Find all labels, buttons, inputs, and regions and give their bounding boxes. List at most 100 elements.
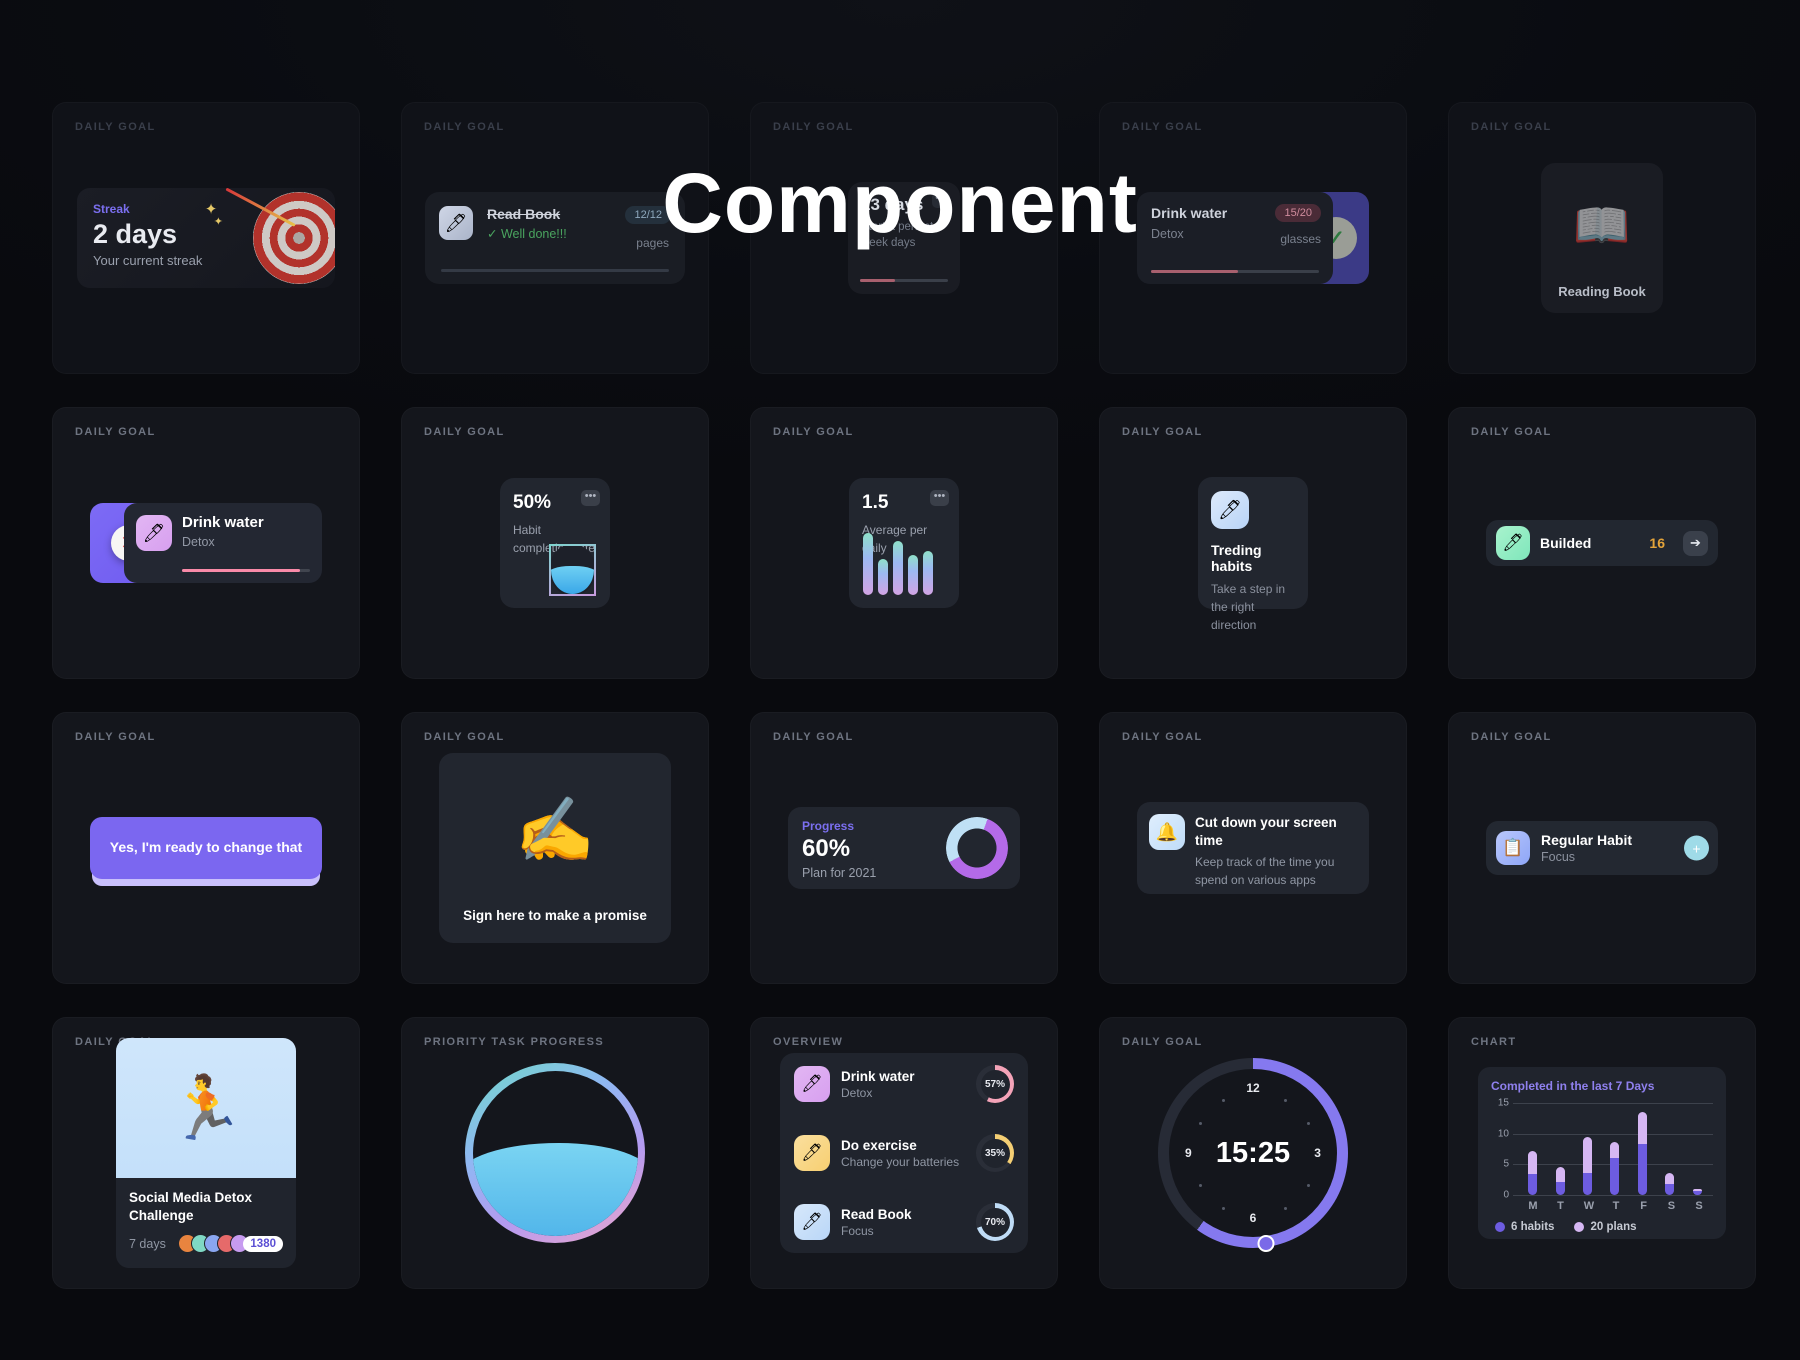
weekly-chart-widget[interactable]: Completed in the last 7 Days 15 10 5 0 M T W T… <box>1478 1067 1726 1239</box>
challenge-count: 1380 <box>243 1235 283 1252</box>
trending-habits-widget[interactable]: 🖊 Treding habits Take a step in the righ… <box>1198 477 1308 632</box>
chart-bar-plans <box>1528 1151 1538 1174</box>
list-item[interactable]: 🖊 Drink water Detox 57% <box>794 1065 1014 1103</box>
card-screen-time[interactable]: DAILY GOAL 🔔 Cut down your screen time K… <box>1099 712 1407 984</box>
card-challenge[interactable]: DAILY GOAL 🏃 Social Media Detox Challeng… <box>52 1017 360 1289</box>
list-item-sub: Focus <box>841 1223 874 1238</box>
card-overview[interactable]: OVERVIEW 🖊 Drink water Detox 57% 🖊 Do exercis… <box>750 1017 1058 1289</box>
plant-icon: 🖊 <box>794 1135 830 1171</box>
chart-bar-habits <box>1692 1191 1702 1195</box>
sign-promise-widget[interactable]: ✍️ Sign here to make a promise <box>439 753 671 943</box>
builded-widget[interactable]: 🖊 Builded 16 ➔ <box>1486 520 1718 566</box>
mini-bar-chart <box>863 533 933 595</box>
chart-x-tick: T <box>1557 1200 1564 1212</box>
regular-habit-title: Regular Habit <box>1541 832 1633 848</box>
card-progress[interactable]: DAILY GOAL Progress 60% Plan for 2021 <box>750 712 1058 984</box>
pencil-cup-icon: 🖊 <box>1211 491 1249 529</box>
list-item[interactable]: 🖊 Do exercise Change your batteries 35% <box>794 1134 1014 1172</box>
component-grid: DAILY GOAL Streak 2 days Your current st… <box>52 102 1756 1289</box>
drink-water-subtitle: Detox <box>182 535 215 549</box>
progress-ring: 57% <box>976 1065 1014 1103</box>
chart-x-tick: S <box>1667 1200 1676 1212</box>
pencil-cup-icon: 🖊 <box>1496 526 1530 560</box>
card-builded[interactable]: DAILY GOAL 🖊 Builded 16 ➔ <box>1448 407 1756 679</box>
clock-timer[interactable]: 15:25 12 3 6 9 <box>1158 1058 1348 1252</box>
drink-water-progress <box>182 568 310 572</box>
water-fill-icon <box>465 1063 645 1243</box>
challenge-title: Social Media Detox Challenge <box>129 1190 253 1224</box>
average-daily-widget[interactable]: 1.5 Average per daily ••• <box>849 478 959 608</box>
arrow-right-icon[interactable]: ➔ <box>1683 530 1708 556</box>
challenge-widget[interactable]: 🏃 Social Media Detox Challenge 7 days 13… <box>116 1038 296 1268</box>
sign-promise-caption: Sign here to make a promise <box>463 908 647 923</box>
drink-water-dismiss-widget[interactable]: ✕ 🖊 Drink water Detox <box>90 503 322 583</box>
chart-bars <box>1519 1103 1711 1195</box>
progress-ring: 35% <box>976 1134 1014 1172</box>
progress-widget[interactable]: Progress 60% Plan for 2021 <box>788 807 1020 889</box>
pencil-cup-icon: 🖊 <box>794 1066 830 1102</box>
days-progress <box>860 279 948 282</box>
chart-bar <box>1637 1111 1647 1195</box>
chart-plot: 15 10 5 0 <box>1498 1098 1713 1201</box>
screen-time-title: Cut down your screen time <box>1195 815 1337 849</box>
chart-bar-habits <box>1528 1173 1538 1195</box>
donut-chart-icon <box>946 817 1008 879</box>
list-item-text: Drink water Detox <box>841 1069 965 1100</box>
chart-gridline <box>1513 1195 1713 1196</box>
clock-tick <box>1306 1184 1310 1187</box>
chart-x-tick: S <box>1695 1200 1703 1212</box>
chart-bar-plans <box>1583 1137 1593 1173</box>
trending-title: Treding habits <box>1211 542 1262 574</box>
mini-bar <box>923 551 933 595</box>
card-habit-rate[interactable]: DAILY GOAL 50% Habit completion rate ••• <box>401 407 709 679</box>
ready-to-change-button[interactable]: Yes, I'm ready to change that <box>90 817 322 879</box>
card-cta[interactable]: DAILY GOAL Yes, I'm ready to change that <box>52 712 360 984</box>
clock-tick <box>1306 1122 1310 1125</box>
list-item[interactable]: 🖊 Read Book Focus 70% <box>794 1203 1014 1241</box>
list-item-sub: Detox <box>841 1085 873 1100</box>
card-priority-task-progress[interactable]: PRIORITY TASK PROGRESS <box>401 1017 709 1289</box>
chart-bar-plans <box>1637 1111 1647 1145</box>
more-icon[interactable]: ••• <box>581 490 600 506</box>
more-icon[interactable]: ••• <box>930 490 949 506</box>
trending-sub: Take a step in the right direction <box>1211 582 1286 632</box>
plus-icon[interactable]: + <box>1684 835 1709 861</box>
chart-bar <box>1528 1151 1538 1195</box>
chart-y-tick: 10 <box>1497 1128 1509 1140</box>
drink-water-panel[interactable]: 🖊 Drink water Detox <box>124 503 322 583</box>
drink-water-progress <box>1151 270 1319 273</box>
regular-habit-widget[interactable]: 📋 Regular Habit Focus + <box>1486 821 1718 875</box>
card-trending-habits[interactable]: DAILY GOAL 🖊 Treding habits Take a step … <box>1099 407 1407 679</box>
chart-x-tick: T <box>1612 1200 1620 1212</box>
bell-icon: 🔔 <box>1149 814 1185 850</box>
clock-handle[interactable] <box>1257 1235 1275 1252</box>
card-regular-habit[interactable]: DAILY GOAL 📋 Regular Habit Focus + <box>1448 712 1756 984</box>
list-item-title: Read Book <box>841 1206 912 1222</box>
chart-bar <box>1555 1166 1565 1195</box>
mini-bar <box>908 555 918 595</box>
builded-count: 16 <box>1649 535 1665 551</box>
pencil-cup-icon: 🖊 <box>136 515 172 551</box>
card-clock[interactable]: DAILY GOAL 15:25 12 3 6 9 <box>1099 1017 1407 1289</box>
progress-ring-label: 57% <box>984 1078 1005 1090</box>
chart-legend-item: 20 plans <box>1574 1221 1637 1233</box>
habit-rate-widget[interactable]: 50% Habit completion rate ••• <box>500 478 610 608</box>
card-drink-water-dismiss[interactable]: DAILY GOAL ✕ 🖊 Drink water Detox <box>52 407 360 679</box>
chart-bar-habits <box>1637 1144 1647 1195</box>
pencil-cup-icon: 🖊 <box>794 1204 830 1240</box>
checklist-icon: 📋 <box>1496 831 1530 865</box>
reading-book-caption: Reading Book <box>1558 284 1646 299</box>
chart-bar <box>1692 1188 1702 1195</box>
list-item-text: Read Book Focus <box>841 1207 965 1238</box>
card-sign-promise[interactable]: DAILY GOAL ✍️ Sign here to make a promis… <box>401 712 709 984</box>
writing-hand-icon: ✍️ <box>515 794 595 866</box>
chart-y-tick: 15 <box>1497 1097 1509 1109</box>
card-chart[interactable]: CHART Completed in the last 7 Days 15 10 5… <box>1448 1017 1756 1289</box>
card-average-daily[interactable]: DAILY GOAL 1.5 Average per daily ••• <box>750 407 1058 679</box>
water-blob-icon <box>549 544 596 596</box>
screen-time-sub: Keep track of the time you spend on vari… <box>1195 855 1335 887</box>
screen-time-widget[interactable]: 🔔 Cut down your screen time Keep track o… <box>1137 802 1369 894</box>
overview-list: 🖊 Drink water Detox 57% 🖊 Do exercise Change y… <box>780 1053 1028 1253</box>
chart-bar-habits <box>1610 1157 1620 1195</box>
clock-number: 3 <box>1314 1146 1321 1160</box>
